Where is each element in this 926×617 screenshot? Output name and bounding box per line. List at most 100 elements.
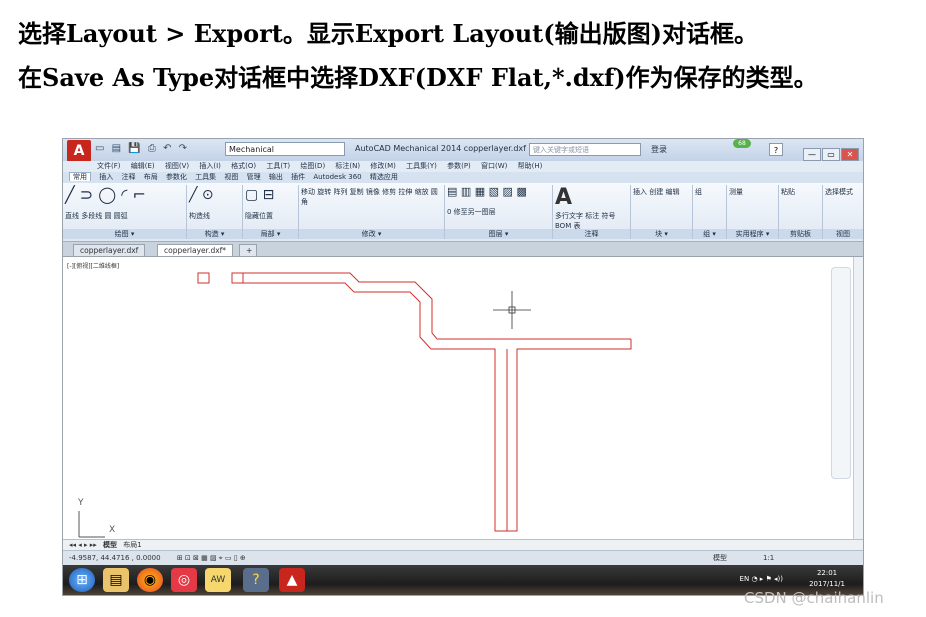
file-tab-active[interactable]: copperlayer.dxf*	[157, 244, 234, 256]
tab-autodesk-360[interactable]: Autodesk 360	[313, 173, 361, 181]
help-app-icon[interactable]: ?	[243, 568, 269, 592]
quick-access-toolbar[interactable]: ▭ ▤ 💾 ⎙ ↶ ↷	[95, 143, 189, 154]
watermark: CSDN @chaihanlin	[744, 589, 884, 607]
menu-item[interactable]: 编辑(E)	[131, 162, 155, 170]
file-tab[interactable]: copperlayer.dxf	[73, 244, 146, 256]
language-indicator[interactable]: EN	[740, 575, 750, 583]
text-tool-icon[interactable]: A	[555, 187, 628, 209]
ribbon-group-tools[interactable]: 组	[695, 187, 724, 197]
ribbon-group-label[interactable]: 实用程序 ▾	[727, 229, 778, 239]
navigation-bar[interactable]	[831, 267, 851, 479]
tab-featured-apps[interactable]: 精选应用	[370, 173, 398, 181]
ribbon-group-tools[interactable]: 测量	[729, 187, 776, 197]
tab-view[interactable]: 视图	[224, 173, 238, 181]
ribbon-group-group[interactable]: 组 组 ▾	[693, 185, 727, 239]
menu-item[interactable]: 参数(P)	[447, 162, 471, 170]
workspace-dropdown[interactable]: Mechanical	[225, 142, 345, 156]
menu-item[interactable]: 工具集(Y)	[406, 162, 437, 170]
ribbon-group-label[interactable]: 修改 ▾	[299, 229, 444, 239]
menu-item[interactable]: 文件(F)	[97, 162, 121, 170]
autocad-logo-icon[interactable]: A	[67, 140, 91, 162]
tab-layout1[interactable]: 布局1	[123, 541, 141, 549]
coordinate-readout: -4.9587, 44.4716 , 0.0000	[69, 554, 161, 562]
ribbon-group-label[interactable]: 构造 ▾	[187, 229, 242, 239]
ribbon-group-view[interactable]: 选择模式 视图	[823, 185, 863, 239]
ribbon-group-modify[interactable]: 移动 旋转 阵列 复制 镜像 修剪 拉伸 缩放 圆角 修改 ▾	[299, 185, 445, 239]
title-bar: A ▭ ▤ 💾 ⎙ ↶ ↷ Mechanical AutoCAD Mechani…	[63, 139, 863, 162]
minimize-button[interactable]: —	[803, 148, 821, 161]
menu-item[interactable]: 绘图(D)	[300, 162, 325, 170]
tab-layout[interactable]: 布局	[144, 173, 158, 181]
file-explorer-icon[interactable]: ▤	[103, 568, 129, 592]
tab-parametric[interactable]: 参数化	[166, 173, 187, 181]
chrome-icon[interactable]: ◉	[137, 568, 163, 592]
maximize-button[interactable]: ▭	[822, 148, 840, 161]
ribbon-group-tools[interactable]: 选择模式	[825, 187, 861, 197]
tab-toolsets[interactable]: 工具集	[195, 173, 216, 181]
ribbon-group-tools[interactable]: 直线 多段线 圆 圆弧	[65, 211, 184, 221]
ribbon-group-label[interactable]: 绘图 ▾	[63, 229, 186, 239]
ribbon-group-annotation[interactable]: A 多行文字 标注 符号 BOM 表 注释	[553, 185, 631, 239]
help-button[interactable]: ?	[769, 143, 783, 156]
tab-home[interactable]: 常用	[69, 172, 91, 181]
draw-tool-icons[interactable]: ╱ ⊃ ◯ ◜ ⌐	[65, 187, 184, 203]
close-button[interactable]: ✕	[841, 148, 859, 161]
vertical-scrollbar[interactable]	[853, 257, 863, 539]
ribbon-group-label[interactable]: 组 ▾	[693, 229, 726, 239]
tab-nav-arrows[interactable]: ◂◂ ◂ ▸ ▸▸	[69, 541, 97, 549]
ribbon-group-tools[interactable]: 插入 创建 编辑	[633, 187, 690, 197]
model-space-label[interactable]: 模型	[713, 551, 727, 565]
ribbon-tab-bar: 常用 插入 注释 布局 参数化 工具集 视图 管理 输出 插件 Autodesk…	[63, 172, 863, 183]
trace-bottom	[243, 282, 632, 532]
ribbon-group-tools[interactable]: 隐藏位置	[245, 211, 296, 221]
ribbon-group-label[interactable]: 视图	[823, 229, 863, 239]
menu-item[interactable]: 插入(I)	[199, 162, 221, 170]
menu-item[interactable]: 格式(O)	[231, 162, 256, 170]
taskbar-clock[interactable]: 22:01 2017/11/1	[809, 568, 845, 590]
ribbon-group-draw[interactable]: 直线 多段线 圆 圆弧 ╱ ⊃ ◯ ◜ ⌐ 绘图 ▾	[63, 185, 187, 239]
ribbon-group-tools[interactable]: 移动 旋转 阵列 复制 镜像 修剪 拉伸 缩放 圆角	[301, 187, 442, 207]
ribbon-group-local[interactable]: ▢ ⊟ 隐藏位置 局部 ▾	[243, 185, 299, 239]
ribbon-group-layers[interactable]: ▤ ▥ ▦ ▧ ▨ ▩ 0 修至另一图层 图层 ▾	[445, 185, 553, 239]
ribbon-group-label[interactable]: 图层 ▾	[445, 229, 552, 239]
menu-item[interactable]: 帮助(H)	[518, 162, 543, 170]
tab-plugins[interactable]: 插件	[291, 173, 305, 181]
drawing-canvas[interactable]: [-][俯视][二维线框] Y X	[63, 257, 853, 539]
drawing-svg: Y X	[77, 272, 632, 538]
construct-tool-icons[interactable]: ╱ ⊙	[189, 187, 240, 203]
ribbon-group-tools[interactable]: 构造线	[189, 211, 240, 221]
ribbon-group-label[interactable]: 块 ▾	[631, 229, 692, 239]
system-tray[interactable]: EN ◔ ▸ ⚑ ◂))	[740, 575, 783, 583]
menu-item[interactable]: 视图(V)	[165, 162, 189, 170]
allwinner-app-icon[interactable]: AW	[205, 568, 231, 592]
menu-item[interactable]: 修改(M)	[370, 162, 396, 170]
menu-item[interactable]: 工具(T)	[266, 162, 290, 170]
ribbon-group-label[interactable]: 局部 ▾	[243, 229, 298, 239]
tab-insert[interactable]: 插入	[99, 173, 113, 181]
start-button-icon[interactable]: ⊞	[69, 568, 95, 592]
ribbon-group-label[interactable]: 剪贴板	[779, 229, 822, 239]
ribbon-group-clipboard[interactable]: 粘贴 剪贴板	[779, 185, 823, 239]
local-tool-icons[interactable]: ▢ ⊟	[245, 187, 296, 203]
search-input[interactable]: 键入关键字或短语	[529, 143, 641, 156]
netease-music-icon[interactable]: ◎	[171, 568, 197, 592]
ribbon-group-tools[interactable]: 0 修至另一图层	[447, 207, 550, 217]
ribbon-group-label[interactable]: 注释	[553, 229, 630, 239]
layer-tool-icons[interactable]: ▤ ▥ ▦ ▧ ▨ ▩	[447, 186, 550, 197]
tab-manage[interactable]: 管理	[247, 173, 261, 181]
new-tab-icon[interactable]: +	[239, 244, 257, 256]
ribbon-group-tools[interactable]: 粘贴	[781, 187, 820, 197]
annotation-scale[interactable]: 1:1	[763, 551, 774, 565]
tab-model[interactable]: 模型	[103, 541, 117, 549]
ribbon-group-tools[interactable]: 多行文字 标注 符号 BOM 表	[555, 211, 628, 231]
tab-annotate[interactable]: 注释	[121, 173, 135, 181]
autocad-taskbar-icon[interactable]: ▲	[279, 568, 305, 592]
login-link[interactable]: 登录	[651, 144, 667, 155]
ribbon-group-construct[interactable]: ╱ ⊙ 构造线 构造 ▾	[187, 185, 243, 239]
tab-output[interactable]: 输出	[269, 173, 283, 181]
menu-item[interactable]: 窗口(W)	[481, 162, 507, 170]
ribbon-group-utilities[interactable]: 测量 实用程序 ▾	[727, 185, 779, 239]
menu-item[interactable]: 标注(N)	[335, 162, 360, 170]
ribbon-group-block[interactable]: 插入 创建 编辑 块 ▾	[631, 185, 693, 239]
drafting-toggles[interactable]: ⊞ ⊡ ⊠ ▦ ▨ ⌖ ▭ ▯ ⊕	[177, 554, 246, 562]
